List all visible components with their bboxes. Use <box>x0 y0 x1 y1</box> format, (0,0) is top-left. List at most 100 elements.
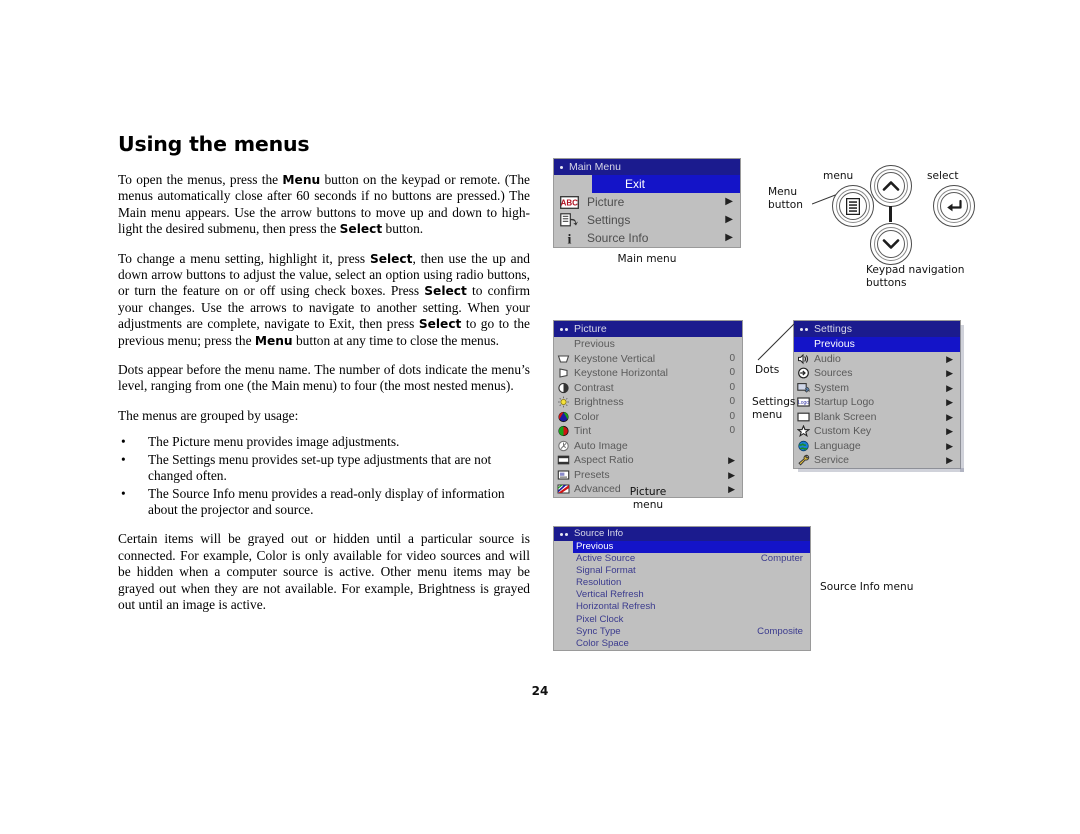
menu-item-brightness[interactable]: Brightness 0 <box>554 395 742 410</box>
dots-callout-label: Dots <box>755 364 780 376</box>
menu-item-value: 0 <box>729 396 735 408</box>
main-menu-panel[interactable]: Main Menu Exit ABC Picture ▶ Settings ▶ i Sourc… <box>553 158 741 248</box>
menu-item-aspect-ratio[interactable]: Aspect Ratio ▶ <box>554 453 742 468</box>
level-dots-icon <box>560 165 563 169</box>
menu-item-color[interactable]: Color 0 <box>554 410 742 425</box>
page-title: Using the menus <box>118 132 310 156</box>
settings-menu-title-text: Settings <box>814 323 852 335</box>
menu-item-contrast[interactable]: Contrast 0 <box>554 381 742 396</box>
blank-screen-icon <box>797 412 810 422</box>
keypad-nav-caption: Keypad navigation buttons <box>866 264 965 289</box>
down-arrow-button[interactable] <box>870 223 912 265</box>
speaker-icon <box>797 353 810 365</box>
menu-item-label: Tint <box>574 425 592 438</box>
picture-menu-caption: Picture menu <box>629 486 667 511</box>
menu-item-color-space[interactable]: Color Space <box>554 638 810 650</box>
menu-item-picture[interactable]: ABC Picture ▶ <box>554 193 740 211</box>
blank-screen-icon <box>797 411 810 423</box>
logo-icon: Logo <box>797 397 810 407</box>
menu-group-bullet-list: • The Picture menu provides image adjustm… <box>118 434 530 518</box>
menu-item-keystone-horizontal[interactable]: Keystone Horizontal 0 <box>554 366 742 381</box>
menu-item-audio[interactable]: Audio ▶ <box>794 352 960 367</box>
globe-icon <box>797 440 810 452</box>
submenu-arrow-icon: ▶ <box>725 214 733 225</box>
menu-item-exit[interactable]: Exit <box>592 175 740 193</box>
menu-item-previous[interactable]: Previous <box>573 541 810 554</box>
presets-icon <box>557 469 570 481</box>
menu-item-label: Previous <box>814 338 855 351</box>
menu-item-pixel-clock[interactable]: Pixel Clock <box>554 614 810 626</box>
menu-item-custom-key[interactable]: Custom Key ▶ <box>794 424 960 439</box>
keypad-connector-bar <box>888 206 892 222</box>
menu-item-previous[interactable]: Previous <box>554 337 742 352</box>
menu-item-system[interactable]: System ▶ <box>794 381 960 396</box>
menu-item-service[interactable]: Service ▶ <box>794 453 960 468</box>
panel-shadow-right <box>960 325 964 472</box>
menu-item-label: Sources <box>814 367 853 380</box>
menu-item-language[interactable]: Language ▶ <box>794 439 960 454</box>
menu-item-label: Presets <box>574 468 610 481</box>
menu-item-label: Audio <box>814 352 841 365</box>
picture-menu-rows: Previous Keystone Vertical 0 Keystone Horiz… <box>554 337 742 497</box>
menu-item-auto-image[interactable]: Auto Image <box>554 439 742 454</box>
menu-item-label: Previous <box>574 338 615 351</box>
menu-button[interactable] <box>832 185 874 227</box>
wrench-icon <box>798 455 810 466</box>
submenu-arrow-icon: ▶ <box>946 455 953 466</box>
emphasis: Select <box>369 251 413 266</box>
submenu-arrow-icon: ▶ <box>725 232 733 243</box>
menu-item-label: Contrast <box>574 381 614 394</box>
keystone-h-icon <box>557 367 570 379</box>
submenu-arrow-icon: ▶ <box>946 411 953 422</box>
level-dots-icon <box>560 532 568 536</box>
up-arrow-button[interactable] <box>870 165 912 207</box>
contrast-icon <box>557 382 570 394</box>
menu-item-source-info[interactable]: i Source Info ▶ <box>554 229 740 247</box>
menu-item-previous[interactable]: Previous <box>794 337 960 352</box>
menu-item-label: Signal Format <box>576 565 636 577</box>
aspect-ratio-icon <box>557 455 570 465</box>
menu-item-active-source[interactable]: Active Source Computer <box>554 553 810 565</box>
menu-item-label: Exit <box>625 177 646 191</box>
list-item: • The Source Info menu provides a read-on… <box>118 486 530 519</box>
menu-item-presets[interactable]: Presets ▶ <box>554 468 742 483</box>
color-icon <box>557 411 570 423</box>
paragraph-4: The menus are grouped by usage: <box>118 407 299 423</box>
emphasis: Menu <box>282 173 321 187</box>
menu-item-sync-type[interactable]: Sync Type Composite <box>554 626 810 638</box>
menu-item-label: Custom Key <box>814 425 872 438</box>
menu-item-value: 0 <box>729 381 735 393</box>
menu-button-callout-label: Menu button <box>768 186 803 211</box>
settings-menu-panel[interactable]: Settings Previous Audio ▶ Sources ▶ System ▶ Lo… <box>793 320 964 472</box>
menu-item-sources[interactable]: Sources ▶ <box>794 366 960 381</box>
menu-item-tint[interactable]: Tint 0 <box>554 424 742 439</box>
menu-item-label: Active Source <box>576 553 636 565</box>
menu-item-resolution[interactable]: Resolution <box>554 577 810 589</box>
menu-item-label: Auto Image <box>574 439 628 452</box>
list-item: • The Settings menu provides set-up type … <box>118 452 530 485</box>
picture-menu-title-text: Picture <box>574 323 607 335</box>
logo-icon: Logo <box>797 396 810 408</box>
submenu-arrow-icon: ▶ <box>725 196 733 207</box>
menu-label: menu <box>823 170 854 182</box>
settings-icon <box>559 213 579 228</box>
dots-leader-line <box>757 323 795 361</box>
picture-menu-panel[interactable]: Picture Previous Keystone Vertical 0 Keysto… <box>553 320 743 498</box>
source-info-menu-panel[interactable]: Source Info Previous Active Source Compute… <box>553 526 811 651</box>
menu-item-keystone-vertical[interactable]: Keystone Vertical 0 <box>554 352 742 367</box>
globe-icon <box>798 440 809 451</box>
sources-icon <box>798 367 809 379</box>
star-icon <box>797 425 810 438</box>
menu-item-signal-format[interactable]: Signal Format <box>554 565 810 577</box>
menu-item-vertical-refresh[interactable]: Vertical Refresh <box>554 589 810 601</box>
svg-text:Logo: Logo <box>798 400 809 406</box>
auto-image-icon <box>558 440 569 451</box>
menu-item-label: Blank Screen <box>814 410 877 423</box>
select-button[interactable] <box>933 185 975 227</box>
menu-item-blank-screen[interactable]: Blank Screen ▶ <box>794 410 960 425</box>
menu-item-settings[interactable]: Settings ▶ <box>554 211 740 229</box>
menu-item-horizontal-refresh[interactable]: Horizontal Refresh <box>554 601 810 613</box>
menu-item-startup-logo[interactable]: Logo Startup Logo ▶ <box>794 395 960 410</box>
menu-item-label: Picture <box>587 195 625 209</box>
settings-icon <box>559 213 578 227</box>
